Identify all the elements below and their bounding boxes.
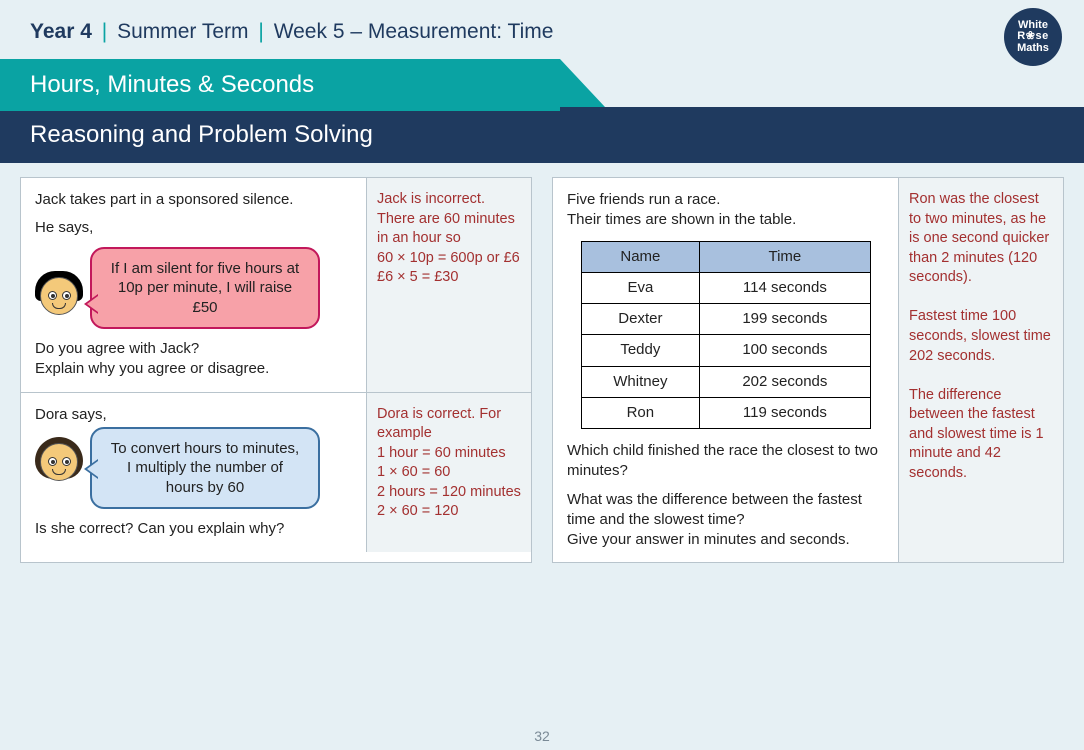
cell: 199 seconds — [700, 304, 870, 335]
q2-answer: Dora is correct. For example 1 hour = 60… — [366, 393, 531, 552]
th-name: Name — [581, 241, 700, 272]
breadcrumb-week: Week 5 – Measurement: Time — [274, 20, 554, 43]
q2-prompt: Is she correct? Can you explain why? — [35, 519, 352, 539]
q1-prompt2: Explain why you agree or disagree. — [35, 359, 352, 379]
cell: Dexter — [581, 304, 700, 335]
q1-intro: Jack takes part in a sponsored silence. — [35, 190, 352, 210]
q3-prompt2: What was the difference between the fast… — [567, 490, 884, 531]
table-header-row: Name Time — [581, 241, 870, 272]
q3-intro: Five friends run a race. — [567, 190, 884, 210]
breadcrumb: Year 4 | Summer Term | Week 5 – Measurem… — [0, 0, 1084, 59]
question-2: Dora says, To convert hours to minutes, … — [21, 393, 531, 552]
q1-says: He says, — [35, 218, 352, 238]
q1-prompt1: Do you agree with Jack? — [35, 339, 352, 359]
q2-says: Dora says, — [35, 405, 352, 425]
logo-line3: Maths — [1017, 43, 1049, 55]
table-row: Whitney202 seconds — [581, 366, 870, 397]
sep-icon: | — [258, 20, 263, 43]
q3-answer: Ron was the closest to two minutes, as h… — [898, 178, 1063, 562]
q2-speech-text: To convert hours to minutes, I multiply … — [111, 440, 299, 496]
cell: 114 seconds — [700, 272, 870, 303]
table-row: Teddy100 seconds — [581, 335, 870, 366]
content-area: Jack takes part in a sponsored silence. … — [0, 163, 1084, 563]
breadcrumb-year: Year 4 — [30, 20, 92, 43]
page-number: 32 — [534, 728, 550, 744]
cell: 100 seconds — [700, 335, 870, 366]
brand-logo: White R❀se Maths — [1004, 8, 1062, 66]
lesson-title: Hours, Minutes & Seconds — [0, 59, 560, 111]
th-time: Time — [700, 241, 870, 272]
cell: 202 seconds — [700, 366, 870, 397]
table-row: Dexter199 seconds — [581, 304, 870, 335]
table-row: Ron119 seconds — [581, 397, 870, 428]
q3-body: Five friends run a race. Their times are… — [553, 178, 898, 562]
q2-speech-bubble: To convert hours to minutes, I multiply … — [90, 427, 320, 510]
q1-speech-bubble: If I am silent for five hours at 10p per… — [90, 247, 320, 330]
breadcrumb-term: Summer Term — [117, 20, 248, 43]
q2-body: Dora says, To convert hours to minutes, … — [21, 393, 366, 552]
cell: 119 seconds — [700, 397, 870, 428]
q3-prompt1: Which child finished the race the closes… — [567, 441, 884, 482]
question-1: Jack takes part in a sponsored silence. … — [21, 178, 531, 393]
question-3: Five friends run a race. Their times are… — [553, 178, 1063, 562]
q1-body: Jack takes part in a sponsored silence. … — [21, 178, 366, 392]
avatar-dora — [34, 437, 84, 487]
avatar-jack — [34, 271, 84, 321]
sep-icon: | — [102, 20, 107, 43]
q3-prompt3: Give your answer in minutes and seconds. — [567, 530, 884, 550]
q1-speech-text: If I am silent for five hours at 10p per… — [111, 260, 299, 316]
race-table: Name Time Eva114 seconds Dexter199 secon… — [581, 241, 871, 430]
q1-answer: Jack is incorrect. There are 60 minutes … — [366, 178, 531, 392]
cell: Whitney — [581, 366, 700, 397]
column-right: Five friends run a race. Their times are… — [552, 177, 1064, 563]
cell: Eva — [581, 272, 700, 303]
cell: Ron — [581, 397, 700, 428]
cell: Teddy — [581, 335, 700, 366]
column-left: Jack takes part in a sponsored silence. … — [20, 177, 532, 563]
table-row: Eva114 seconds — [581, 272, 870, 303]
q3-intro2: Their times are shown in the table. — [567, 210, 884, 230]
section-title: Reasoning and Problem Solving — [0, 107, 1084, 163]
